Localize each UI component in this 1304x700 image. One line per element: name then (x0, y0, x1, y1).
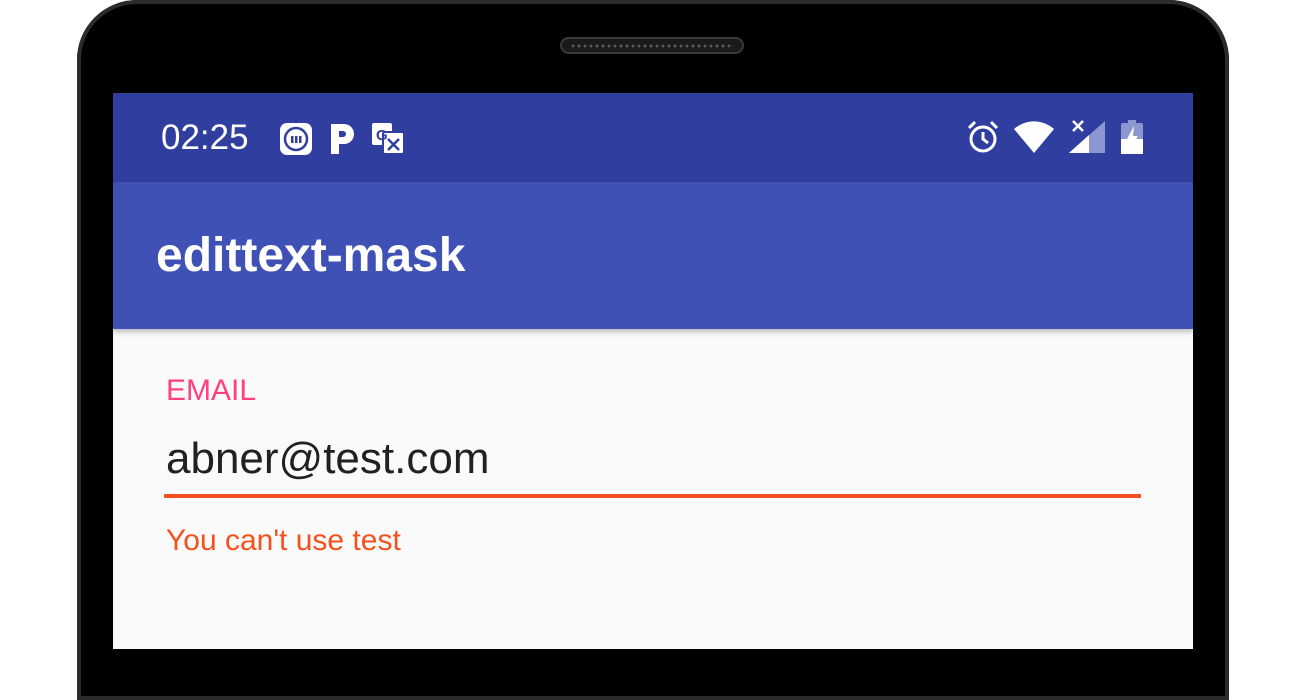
battery-charging-icon (1119, 119, 1145, 155)
email-field-underline (164, 494, 1141, 498)
email-label: EMAIL (166, 374, 257, 407)
mi-icon (279, 122, 313, 156)
phone-screen: 02:25 G edittext-mask EMAIL abner@test.c… (113, 93, 1193, 649)
status-time: 02:25 (161, 118, 249, 157)
status-bar: 02:25 G (113, 93, 1193, 182)
wifi-icon (1013, 119, 1055, 155)
system-icons (965, 119, 1145, 155)
earpiece-speaker (560, 37, 744, 54)
translate-icon: G (371, 122, 405, 156)
email-error-message: You can't use test (166, 524, 401, 557)
notification-icons: G (279, 122, 405, 156)
app-title: edittext-mask (156, 229, 466, 282)
app-toolbar: edittext-mask (113, 182, 1193, 329)
signal-no-data-icon (1067, 119, 1107, 155)
p-icon (327, 122, 357, 156)
alarm-icon (965, 119, 1001, 155)
svg-text:G: G (376, 127, 388, 144)
email-field[interactable] (166, 431, 1141, 487)
